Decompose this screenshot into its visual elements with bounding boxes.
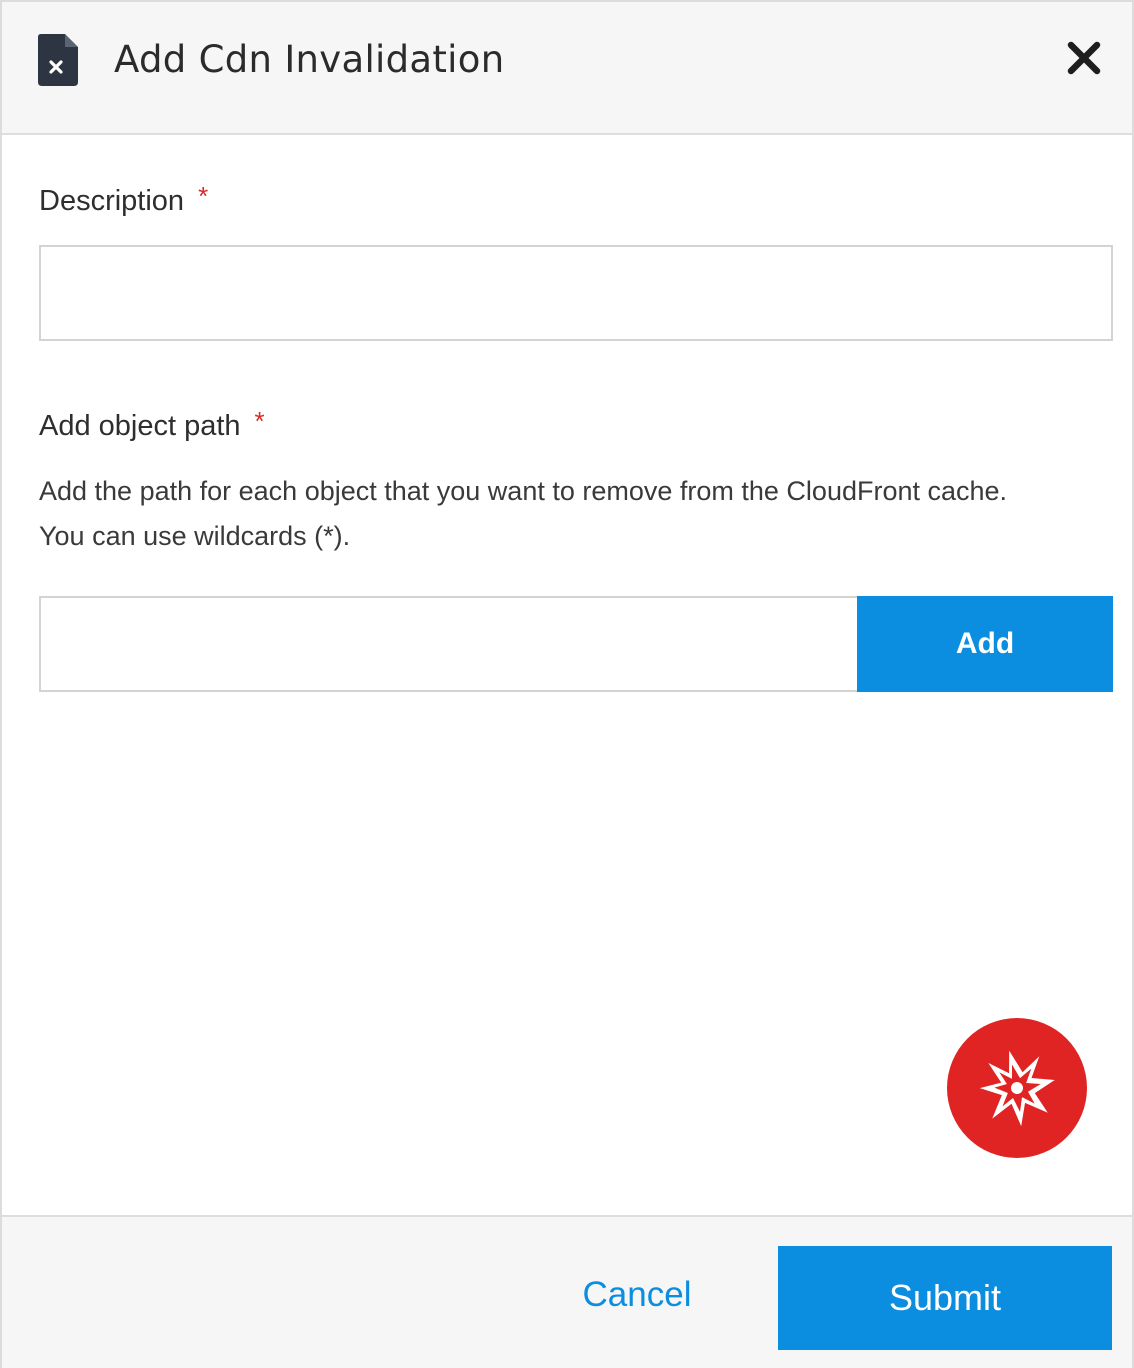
dialog-footer: Cancel Submit — [2, 1215, 1132, 1368]
file-x-icon — [38, 34, 78, 86]
add-cdn-invalidation-dialog: Add Cdn Invalidation Description * Add ob… — [0, 0, 1134, 1368]
required-marker: * — [198, 181, 209, 211]
description-label-text: Description — [39, 185, 185, 217]
object-path-label-text: Add object path — [39, 410, 241, 442]
object-path-help-text: Add the path for each object that you wa… — [39, 476, 1008, 551]
add-path-button[interactable]: Add — [857, 596, 1113, 692]
object-path-label: Add object path * — [39, 406, 265, 443]
submit-button[interactable]: Submit — [778, 1246, 1112, 1350]
dialog-header: Add Cdn Invalidation — [2, 2, 1132, 135]
assistant-fab-button[interactable] — [947, 1018, 1087, 1158]
dialog-title: Add Cdn Invalidation — [114, 38, 505, 81]
description-label: Description * — [39, 181, 208, 218]
description-input[interactable] — [39, 245, 1113, 341]
close-icon[interactable] — [1064, 38, 1104, 78]
cancel-button[interactable]: Cancel — [562, 1267, 712, 1323]
object-path-input[interactable] — [39, 596, 859, 692]
required-marker: * — [254, 406, 265, 436]
